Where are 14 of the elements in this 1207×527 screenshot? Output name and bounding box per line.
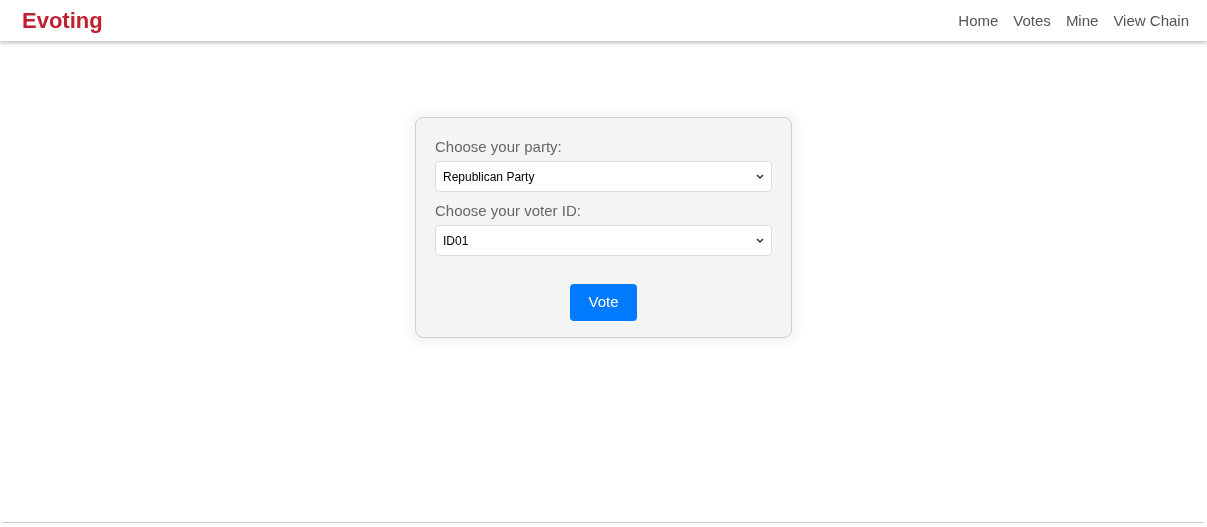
dropdown-select[interactable]: Republican Party — [435, 161, 772, 192]
chevron-down-icon — [756, 237, 764, 244]
field-label: Choose your party: — [435, 138, 563, 156]
select-value: ID01 — [443, 232, 469, 250]
select-value: Republican Party — [443, 168, 535, 186]
nav-link[interactable]: View Chain — [1113, 13, 1189, 28]
nav-link[interactable]: Votes — [1013, 13, 1051, 28]
nav-link[interactable]: Home — [958, 13, 999, 28]
vote-button[interactable]: Vote — [570, 284, 637, 321]
field-label: Choose your voter ID: — [435, 202, 582, 220]
dropdown-select[interactable]: ID01 — [435, 225, 772, 256]
brand-link[interactable]: Evoting — [22, 9, 103, 32]
nav-link[interactable]: Mine — [1065, 13, 1099, 28]
chevron-down-icon — [756, 173, 764, 180]
